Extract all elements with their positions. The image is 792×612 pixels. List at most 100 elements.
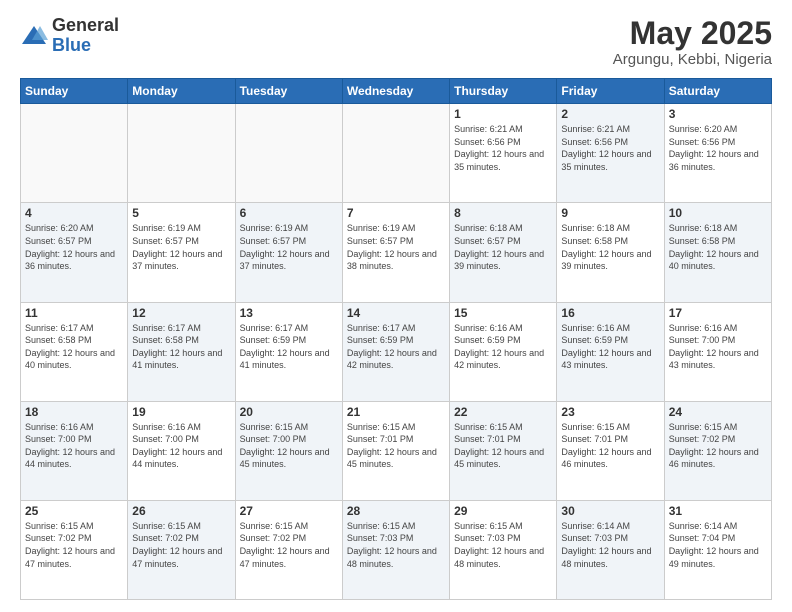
day-info: Sunrise: 6:19 AMSunset: 6:57 PMDaylight:… — [347, 222, 445, 272]
day-number: 15 — [454, 306, 552, 320]
calendar-day-cell: 12 Sunrise: 6:17 AMSunset: 6:58 PMDayligh… — [128, 302, 235, 401]
weekday-header-cell: Friday — [557, 79, 664, 104]
day-info: Sunrise: 6:15 AMSunset: 7:01 PMDaylight:… — [347, 421, 445, 471]
logo-text: General Blue — [52, 16, 119, 56]
day-info: Sunrise: 6:16 AMSunset: 7:00 PMDaylight:… — [669, 322, 767, 372]
day-number: 4 — [25, 206, 123, 220]
page: General Blue May 2025 Argungu, Kebbi, Ni… — [0, 0, 792, 612]
day-number: 29 — [454, 504, 552, 518]
day-info: Sunrise: 6:17 AMSunset: 6:59 PMDaylight:… — [347, 322, 445, 372]
day-number: 22 — [454, 405, 552, 419]
day-info: Sunrise: 6:17 AMSunset: 6:58 PMDaylight:… — [132, 322, 230, 372]
calendar-week-row: 11 Sunrise: 6:17 AMSunset: 6:58 PMDayligh… — [21, 302, 772, 401]
day-number: 26 — [132, 504, 230, 518]
weekday-header-cell: Thursday — [450, 79, 557, 104]
day-info: Sunrise: 6:20 AMSunset: 6:57 PMDaylight:… — [25, 222, 123, 272]
calendar-day-cell: 19Sunrise: 6:16 AMSunset: 7:00 PMDayligh… — [128, 401, 235, 500]
weekday-header-row: SundayMondayTuesdayWednesdayThursdayFrid… — [21, 79, 772, 104]
calendar-day-cell: 15Sunrise: 6:16 AMSunset: 6:59 PMDayligh… — [450, 302, 557, 401]
calendar-day-cell: 2 Sunrise: 6:21 AMSunset: 6:56 PMDaylight… — [557, 104, 664, 203]
day-info: Sunrise: 6:17 AMSunset: 6:58 PMDaylight:… — [25, 322, 123, 372]
calendar-day-cell — [235, 104, 342, 203]
calendar-day-cell: 10 Sunrise: 6:18 AMSunset: 6:58 PMDayligh… — [664, 203, 771, 302]
calendar-day-cell: 27 Sunrise: 6:15 AMSunset: 7:02 PMDayligh… — [235, 500, 342, 599]
logo-icon — [20, 22, 48, 50]
day-info: Sunrise: 6:18 AMSunset: 6:58 PMDaylight:… — [669, 222, 767, 272]
day-number: 18 — [25, 405, 123, 419]
calendar-week-row: 4 Sunrise: 6:20 AMSunset: 6:57 PMDaylight… — [21, 203, 772, 302]
logo-general: General — [52, 16, 119, 36]
day-info: Sunrise: 6:14 AMSunset: 7:04 PMDaylight:… — [669, 520, 767, 570]
calendar-day-cell: 26 Sunrise: 6:15 AMSunset: 7:02 PMDayligh… — [128, 500, 235, 599]
day-info: Sunrise: 6:21 AMSunset: 6:56 PMDaylight:… — [454, 123, 552, 173]
day-info: Sunrise: 6:20 AMSunset: 6:56 PMDaylight:… — [669, 123, 767, 173]
logo-blue: Blue — [52, 36, 119, 56]
weekday-header-cell: Tuesday — [235, 79, 342, 104]
day-number: 2 — [561, 107, 659, 121]
calendar-body: 1Sunrise: 6:21 AMSunset: 6:56 PMDaylight… — [21, 104, 772, 600]
day-info: Sunrise: 6:15 AMSunset: 7:02 PMDaylight:… — [25, 520, 123, 570]
day-number: 16 — [561, 306, 659, 320]
day-number: 25 — [25, 504, 123, 518]
day-info: Sunrise: 6:14 AMSunset: 7:03 PMDaylight:… — [561, 520, 659, 570]
day-info: Sunrise: 6:15 AMSunset: 7:02 PMDaylight:… — [132, 520, 230, 570]
calendar-week-row: 25 Sunrise: 6:15 AMSunset: 7:02 PMDayligh… — [21, 500, 772, 599]
day-number: 6 — [240, 206, 338, 220]
day-info: Sunrise: 6:15 AMSunset: 7:01 PMDaylight:… — [561, 421, 659, 471]
day-info: Sunrise: 6:15 AMSunset: 7:03 PMDaylight:… — [454, 520, 552, 570]
calendar-day-cell: 14Sunrise: 6:17 AMSunset: 6:59 PMDayligh… — [342, 302, 449, 401]
calendar-day-cell: 31Sunrise: 6:14 AMSunset: 7:04 PMDayligh… — [664, 500, 771, 599]
day-number: 24 — [669, 405, 767, 419]
day-number: 11 — [25, 306, 123, 320]
weekday-header-cell: Saturday — [664, 79, 771, 104]
weekday-header-cell: Sunday — [21, 79, 128, 104]
header: General Blue May 2025 Argungu, Kebbi, Ni… — [20, 16, 772, 68]
calendar-day-cell: 7 Sunrise: 6:19 AMSunset: 6:57 PMDaylight… — [342, 203, 449, 302]
calendar-day-cell: 13 Sunrise: 6:17 AMSunset: 6:59 PMDayligh… — [235, 302, 342, 401]
day-number: 27 — [240, 504, 338, 518]
calendar-day-cell: 23 Sunrise: 6:15 AMSunset: 7:01 PMDayligh… — [557, 401, 664, 500]
day-number: 3 — [669, 107, 767, 121]
day-info: Sunrise: 6:17 AMSunset: 6:59 PMDaylight:… — [240, 322, 338, 372]
calendar-week-row: 18 Sunrise: 6:16 AMSunset: 7:00 PMDayligh… — [21, 401, 772, 500]
calendar-day-cell: 29 Sunrise: 6:15 AMSunset: 7:03 PMDayligh… — [450, 500, 557, 599]
day-info: Sunrise: 6:15 AMSunset: 7:03 PMDaylight:… — [347, 520, 445, 570]
title-area: May 2025 Argungu, Kebbi, Nigeria — [613, 16, 772, 68]
calendar-day-cell: 18 Sunrise: 6:16 AMSunset: 7:00 PMDayligh… — [21, 401, 128, 500]
calendar-day-cell: 4 Sunrise: 6:20 AMSunset: 6:57 PMDaylight… — [21, 203, 128, 302]
calendar-day-cell: 21Sunrise: 6:15 AMSunset: 7:01 PMDayligh… — [342, 401, 449, 500]
day-number: 30 — [561, 504, 659, 518]
day-info: Sunrise: 6:18 AMSunset: 6:58 PMDaylight:… — [561, 222, 659, 272]
day-number: 28 — [347, 504, 445, 518]
day-number: 10 — [669, 206, 767, 220]
day-info: Sunrise: 6:16 AMSunset: 7:00 PMDaylight:… — [132, 421, 230, 471]
day-info: Sunrise: 6:19 AMSunset: 6:57 PMDaylight:… — [132, 222, 230, 272]
calendar-day-cell: 25 Sunrise: 6:15 AMSunset: 7:02 PMDayligh… — [21, 500, 128, 599]
calendar-day-cell: 30 Sunrise: 6:14 AMSunset: 7:03 PMDayligh… — [557, 500, 664, 599]
day-info: Sunrise: 6:18 AMSunset: 6:57 PMDaylight:… — [454, 222, 552, 272]
day-info: Sunrise: 6:15 AMSunset: 7:02 PMDaylight:… — [240, 520, 338, 570]
calendar-day-cell: 22Sunrise: 6:15 AMSunset: 7:01 PMDayligh… — [450, 401, 557, 500]
calendar-day-cell: 16 Sunrise: 6:16 AMSunset: 6:59 PMDayligh… — [557, 302, 664, 401]
day-number: 7 — [347, 206, 445, 220]
month-title: May 2025 — [613, 16, 772, 51]
day-number: 20 — [240, 405, 338, 419]
calendar-day-cell: 3 Sunrise: 6:20 AMSunset: 6:56 PMDaylight… — [664, 104, 771, 203]
calendar-day-cell — [128, 104, 235, 203]
day-info: Sunrise: 6:15 AMSunset: 7:02 PMDaylight:… — [669, 421, 767, 471]
calendar-day-cell: 5Sunrise: 6:19 AMSunset: 6:57 PMDaylight… — [128, 203, 235, 302]
logo: General Blue — [20, 16, 119, 56]
calendar-day-cell: 28 Sunrise: 6:15 AMSunset: 7:03 PMDayligh… — [342, 500, 449, 599]
location: Argungu, Kebbi, Nigeria — [613, 51, 772, 68]
day-number: 9 — [561, 206, 659, 220]
day-number: 23 — [561, 405, 659, 419]
day-number: 12 — [132, 306, 230, 320]
calendar-day-cell: 6Sunrise: 6:19 AMSunset: 6:57 PMDaylight… — [235, 203, 342, 302]
day-info: Sunrise: 6:21 AMSunset: 6:56 PMDaylight:… — [561, 123, 659, 173]
day-info: Sunrise: 6:16 AMSunset: 7:00 PMDaylight:… — [25, 421, 123, 471]
calendar-day-cell: 17Sunrise: 6:16 AMSunset: 7:00 PMDayligh… — [664, 302, 771, 401]
calendar-day-cell — [21, 104, 128, 203]
day-number: 13 — [240, 306, 338, 320]
day-info: Sunrise: 6:16 AMSunset: 6:59 PMDaylight:… — [561, 322, 659, 372]
calendar-day-cell: 9 Sunrise: 6:18 AMSunset: 6:58 PMDaylight… — [557, 203, 664, 302]
